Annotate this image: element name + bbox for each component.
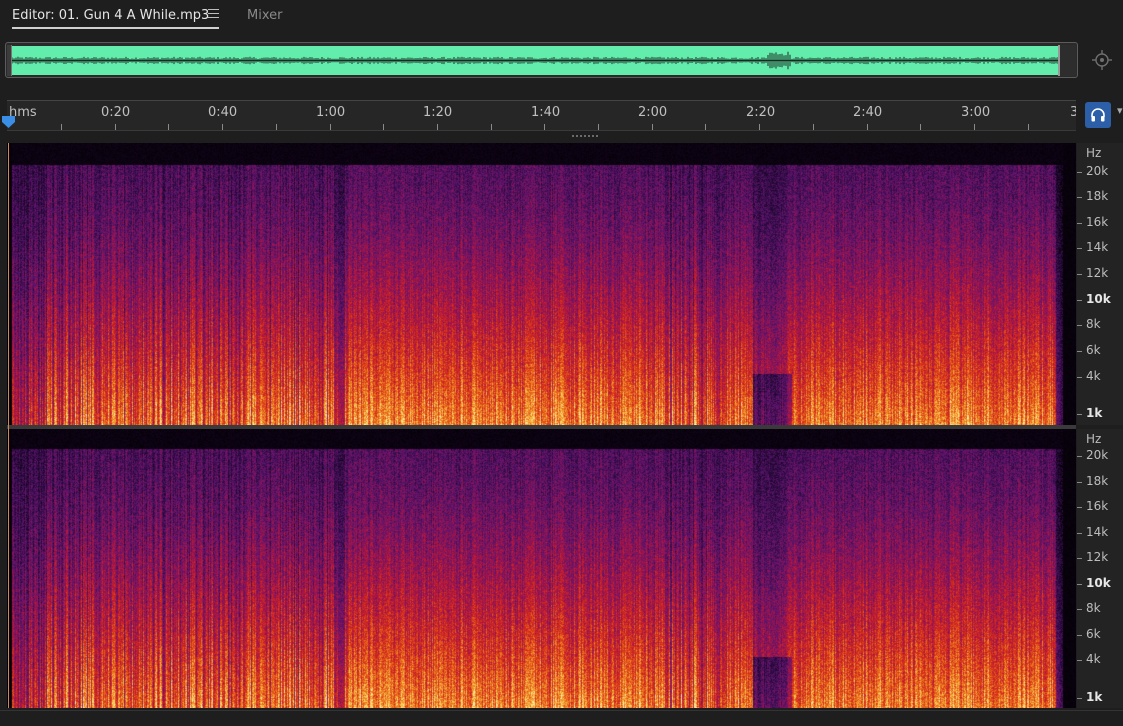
ruler-tick	[1028, 124, 1029, 130]
ruler-tick	[813, 124, 814, 130]
frequency-scale-right[interactable]: Hz 20k 18k 16k 14k 12k 10k 8k 6k 4k 1k	[1077, 429, 1123, 708]
ruler-time-label: 3:00	[961, 105, 991, 120]
panel-divider-grip[interactable]	[572, 134, 602, 138]
frequency-tick	[1077, 172, 1082, 173]
overview-right-handle[interactable]	[1058, 45, 1076, 76]
ruler-tick	[437, 124, 438, 130]
frequency-label: 8k	[1086, 601, 1101, 615]
frequency-tick	[1077, 414, 1082, 415]
frequency-tick	[1077, 377, 1082, 378]
frequency-label: 6k	[1086, 627, 1101, 641]
frequency-tick	[1077, 248, 1082, 249]
ruler-tick	[276, 124, 277, 130]
ruler-tick	[61, 124, 62, 130]
overview-waveform-trace	[11, 51, 1063, 70]
frequency-tick	[1077, 482, 1082, 483]
hamburger-menu-icon[interactable]	[208, 9, 219, 21]
frequency-tick	[1077, 197, 1082, 198]
frequency-tick	[1077, 609, 1082, 610]
frequency-tick	[1077, 660, 1082, 661]
ruler-tick	[652, 124, 653, 130]
frequency-label: 1k	[1086, 690, 1103, 704]
frequency-label: 16k	[1086, 499, 1109, 513]
frequency-label: 12k	[1086, 266, 1109, 280]
ruler-tick	[330, 124, 331, 130]
playhead-marker-icon[interactable]	[1, 115, 16, 129]
ruler-time-label: 2:40	[853, 105, 883, 120]
zoom-target-icon[interactable]	[1091, 49, 1113, 71]
frequency-label: 4k	[1086, 369, 1101, 383]
frequency-label: 14k	[1086, 525, 1109, 539]
ruler-tick	[867, 124, 868, 130]
headphone-icon	[1091, 108, 1105, 122]
ruler-time-label: 1:00	[316, 105, 346, 120]
ruler-time-label: 0:20	[101, 105, 131, 120]
frequency-unit-label: Hz	[1086, 146, 1102, 160]
ruler-tick	[222, 124, 223, 130]
frequency-label: 8k	[1086, 317, 1101, 331]
frequency-tick	[1077, 351, 1082, 352]
frequency-tick	[1077, 300, 1082, 301]
spectrogram-left-canvas	[7, 143, 1076, 425]
bottom-scroll-area[interactable]	[0, 710, 1123, 726]
tab-editor[interactable]: Editor: 01. Gun 4 A While.mp3	[12, 8, 209, 24]
ruler-time-label: 3	[1070, 105, 1076, 120]
ruler-tick	[920, 124, 921, 130]
frequency-label: 16k	[1086, 215, 1109, 229]
frequency-label: 4k	[1086, 652, 1101, 666]
frequency-label: 6k	[1086, 343, 1101, 357]
frequency-unit-label: Hz	[1086, 432, 1102, 446]
tab-editor-active-indicator	[12, 27, 219, 29]
ruler-tick	[759, 124, 760, 130]
tab-bar: Editor: 01. Gun 4 A While.mp3 Mixer	[0, 0, 1123, 36]
frequency-tick	[1077, 533, 1082, 534]
ruler-tick	[598, 124, 599, 130]
headphone-monitor-button[interactable]	[1085, 102, 1111, 128]
tab-mixer[interactable]: Mixer	[247, 8, 282, 24]
ruler-time-label: 2:20	[746, 105, 776, 120]
spectrogram-right-canvas	[7, 429, 1076, 708]
frequency-tick	[1077, 325, 1082, 326]
frequency-tick	[1077, 507, 1082, 508]
frequency-label: 18k	[1086, 474, 1109, 488]
ruler-time-label: 0:40	[208, 105, 238, 120]
ruler-tick	[115, 124, 116, 130]
frequency-tick	[1077, 584, 1082, 585]
ruler-tick	[544, 124, 545, 130]
audio-editor-app: Editor: 01. Gun 4 A While.mp3 Mixer hms …	[0, 0, 1123, 726]
frequency-label: 20k	[1086, 448, 1109, 462]
spectrogram-channel-right[interactable]	[7, 429, 1076, 708]
frequency-tick	[1077, 635, 1082, 636]
playhead-line	[8, 143, 9, 708]
frequency-label: 18k	[1086, 189, 1109, 203]
ruler-tick	[974, 124, 975, 130]
frequency-tick	[1077, 223, 1082, 224]
spectral-frequency-display[interactable]	[7, 143, 1076, 708]
frequency-tick	[1077, 456, 1082, 457]
frequency-label: 10k	[1086, 292, 1111, 306]
ruler-time-label: 2:00	[638, 105, 668, 120]
overview-navigator[interactable]	[5, 42, 1078, 78]
frequency-scale-left[interactable]: Hz 20k 18k 16k 14k 12k 10k 8k 6k 4k 1k	[1077, 143, 1123, 425]
frequency-label: 12k	[1086, 550, 1109, 564]
ruler-tick	[168, 124, 169, 130]
ruler-time-label: 1:20	[423, 105, 453, 120]
frequency-tick	[1077, 698, 1082, 699]
ruler-tick	[705, 124, 706, 130]
frequency-label: 14k	[1086, 240, 1109, 254]
spectrogram-channel-left[interactable]	[7, 143, 1076, 425]
frequency-label: 1k	[1086, 406, 1103, 420]
ruler-tick	[383, 124, 384, 130]
time-ruler[interactable]: hms 0:20 0:40 1:00 1:20 1:40 2:00 2:20 2:40 3:00…	[7, 100, 1076, 131]
overview-waveform[interactable]	[11, 46, 1063, 75]
ruler-time-label: 1:40	[531, 105, 561, 120]
frequency-tick	[1077, 558, 1082, 559]
frequency-label: 10k	[1086, 576, 1111, 590]
ruler-overflow-icon: ▾	[1117, 104, 1123, 117]
frequency-label: 20k	[1086, 164, 1109, 178]
frequency-tick	[1077, 274, 1082, 275]
ruler-tick	[491, 124, 492, 130]
